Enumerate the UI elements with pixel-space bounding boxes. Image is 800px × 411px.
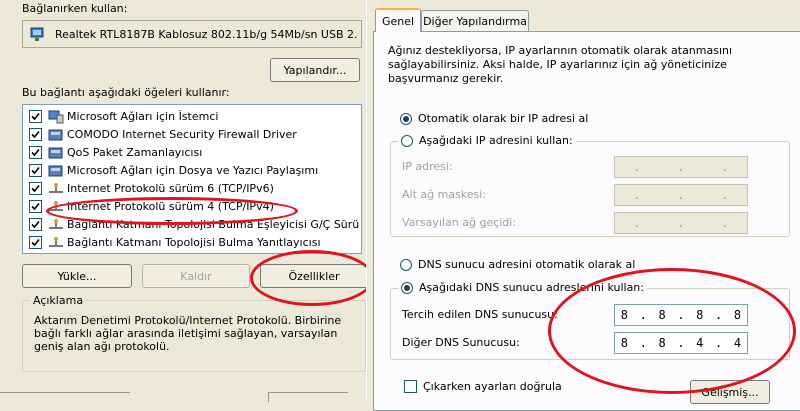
item-checkbox[interactable]	[29, 110, 42, 123]
ip-address-field[interactable]: ...	[614, 156, 748, 178]
tab-genel[interactable]: Genel	[375, 8, 421, 32]
protocol-icon	[49, 236, 63, 247]
check-mark-icon	[31, 202, 40, 211]
list-item[interactable]: Microsoft Ağları için Dosya ve Yazıcı Pa…	[29, 162, 359, 179]
check-mark-icon	[31, 148, 40, 157]
network-service-icon	[48, 129, 63, 140]
tab-content: Ağınız destekliyorsa, IP ayarlarının oto…	[373, 31, 800, 411]
validate-checkbox-row[interactable]: Çıkarken ayarları doğrula	[404, 380, 562, 393]
description-text: Aktarım Denetimi Protokolü/Internet Prot…	[34, 314, 342, 353]
auto-dns-radio[interactable]	[400, 258, 412, 271]
protocol-icon	[49, 182, 63, 193]
auto-dns-label: DNS sunucu adresini otomatik olarak al	[418, 258, 636, 271]
network-adapter-icon	[30, 27, 44, 41]
check-mark-icon	[31, 166, 40, 175]
dns-octet: 8	[658, 308, 666, 322]
list-item[interactable]: COMODO Internet Security Firewall Driver	[29, 126, 359, 143]
network-client-icon	[48, 110, 64, 123]
validate-label: Çıkarken ayarları doğrula	[423, 380, 562, 393]
dns-octet: 8	[658, 336, 666, 350]
item-checkbox[interactable]	[29, 200, 42, 213]
intro-text: Ağınız destekliyorsa, IP ayarlarının oto…	[388, 44, 733, 85]
connect-using-label: Bağlanırken kullan:	[22, 2, 128, 15]
item-label: QoS Paket Zamanlayıcısı	[67, 146, 203, 159]
dns-octet: 4	[733, 336, 742, 350]
protocol-icon	[49, 218, 63, 229]
list-item[interactable]: Bağlantı Katmanı Topolojisi Bulma Eşleyi…	[29, 216, 359, 233]
advanced-button[interactable]: Gelişmiş...	[690, 380, 770, 404]
auto-ip-label: Otomatik olarak bir IP adresi al	[418, 112, 589, 125]
subnet-field[interactable]: ...	[614, 184, 748, 206]
protocol-icon	[49, 200, 63, 211]
auto-ip-radio[interactable]	[400, 112, 412, 125]
right-dialog-panel: Genel Diğer Yapılandırma Ağınız destekli…	[366, 0, 800, 411]
item-label: Internet Protokolü sürüm 6 (TCP/IPv6)	[67, 182, 274, 195]
preferred-dns-field[interactable]: 8. 8. 8. 8	[614, 304, 748, 326]
bottom-button-edge	[0, 392, 130, 402]
item-checkbox[interactable]	[29, 146, 42, 159]
dns-octet: 8	[733, 308, 742, 322]
item-label: Microsoft Ağları için Dosya ve Yazıcı Pa…	[67, 164, 319, 177]
alternate-dns-field[interactable]: 8. 8. 4. 4	[614, 332, 748, 354]
list-item[interactable]: Internet Protokolü sürüm 6 (TCP/IPv6)	[29, 180, 359, 197]
tab-label: Diğer Yapılandırma	[423, 14, 527, 28]
dns-octet: 4	[696, 336, 704, 350]
description-label: Açıklama	[30, 294, 87, 307]
components-list[interactable]: Microsoft Ağları için İstemci COMODO Int…	[22, 104, 362, 254]
properties-button[interactable]: Özellikler	[260, 264, 368, 288]
auto-dns-radio-row[interactable]: DNS sunucu adresini otomatik olarak al	[400, 258, 635, 271]
tab-label: Genel	[381, 14, 415, 28]
item-label: Microsoft Ağları için İstemci	[67, 110, 219, 123]
check-mark-icon	[31, 238, 40, 247]
tab-other-config[interactable]: Diğer Yapılandırma	[421, 10, 529, 31]
manual-dns-radio-row[interactable]: Aşağıdaki DNS sunucu adreslerini kullan:	[398, 281, 647, 294]
gateway-field[interactable]: ...	[614, 212, 748, 234]
check-mark-icon	[31, 130, 40, 139]
auto-ip-radio-row[interactable]: Otomatik olarak bir IP adresi al	[400, 112, 588, 125]
ip-address-label: IP adresi:	[402, 160, 453, 173]
manual-ip-radio[interactable]	[401, 134, 413, 147]
check-mark-icon	[31, 184, 40, 193]
item-checkbox[interactable]	[29, 236, 42, 249]
item-checkbox[interactable]	[29, 128, 42, 141]
subnet-label: Alt ağ maskesi:	[402, 188, 487, 201]
adapter-field: Realtek RTL8187B Kablosuz 802.11b/g 54Mb…	[22, 20, 362, 48]
preferred-dns-label: Tercih edilen DNS sunucusu:	[402, 308, 558, 321]
validate-checkbox[interactable]	[404, 380, 417, 393]
dns-octet: 8	[620, 308, 629, 322]
configure-button[interactable]: Yapılandır...	[270, 58, 360, 82]
alternate-dns-label: Diğer DNS Sunucusu:	[402, 336, 520, 349]
gateway-label: Varsayılan ağ geçidi:	[402, 216, 517, 229]
item-label: Internet Protokolü sürüm 4 (TCP/IPv4)	[67, 200, 274, 213]
list-item[interactable]: Bağlantı Katmanı Topolojisi Bulma Yanıtl…	[29, 234, 359, 251]
install-button[interactable]: Yükle...	[22, 264, 132, 288]
dns-octet: 8	[696, 308, 704, 322]
manual-ip-radio-row[interactable]: Aşağıdaki IP adresini kullan:	[398, 134, 576, 147]
item-checkbox[interactable]	[29, 218, 42, 231]
uninstall-button[interactable]: Kaldır	[142, 264, 250, 288]
item-checkbox[interactable]	[29, 182, 42, 195]
item-label: Bağlantı Katmanı Topolojisi Bulma Eşleyi…	[67, 218, 359, 231]
network-service-icon	[48, 147, 63, 158]
manual-dns-label: Aşağıdaki DNS sunucu adreslerini kullan:	[419, 281, 644, 294]
manual-ip-label: Aşağıdaki IP adresini kullan:	[419, 134, 573, 147]
list-item[interactable]: Internet Protokolü sürüm 4 (TCP/IPv4)	[29, 198, 359, 215]
network-service-icon	[48, 165, 63, 176]
item-label: COMODO Internet Security Firewall Driver	[67, 128, 297, 141]
check-mark-icon	[31, 220, 40, 229]
components-label: Bu bağlantı aşağıdaki öğeleri kullanır:	[22, 86, 230, 99]
list-item[interactable]: Microsoft Ağları için İstemci	[29, 108, 359, 125]
check-mark-icon	[31, 112, 40, 121]
bottom-button-edge	[268, 392, 348, 402]
manual-dns-radio[interactable]	[401, 281, 413, 294]
item-checkbox[interactable]	[29, 164, 42, 177]
dns-octet: 8	[620, 336, 629, 350]
list-item[interactable]: QoS Paket Zamanlayıcısı	[29, 144, 359, 161]
adapter-name: Realtek RTL8187B Kablosuz 802.11b/g 54Mb…	[55, 27, 358, 41]
item-label: Bağlantı Katmanı Topolojisi Bulma Yanıtl…	[67, 236, 321, 249]
left-dialog-panel: Bağlanırken kullan: Realtek RTL8187B Kab…	[0, 0, 368, 402]
